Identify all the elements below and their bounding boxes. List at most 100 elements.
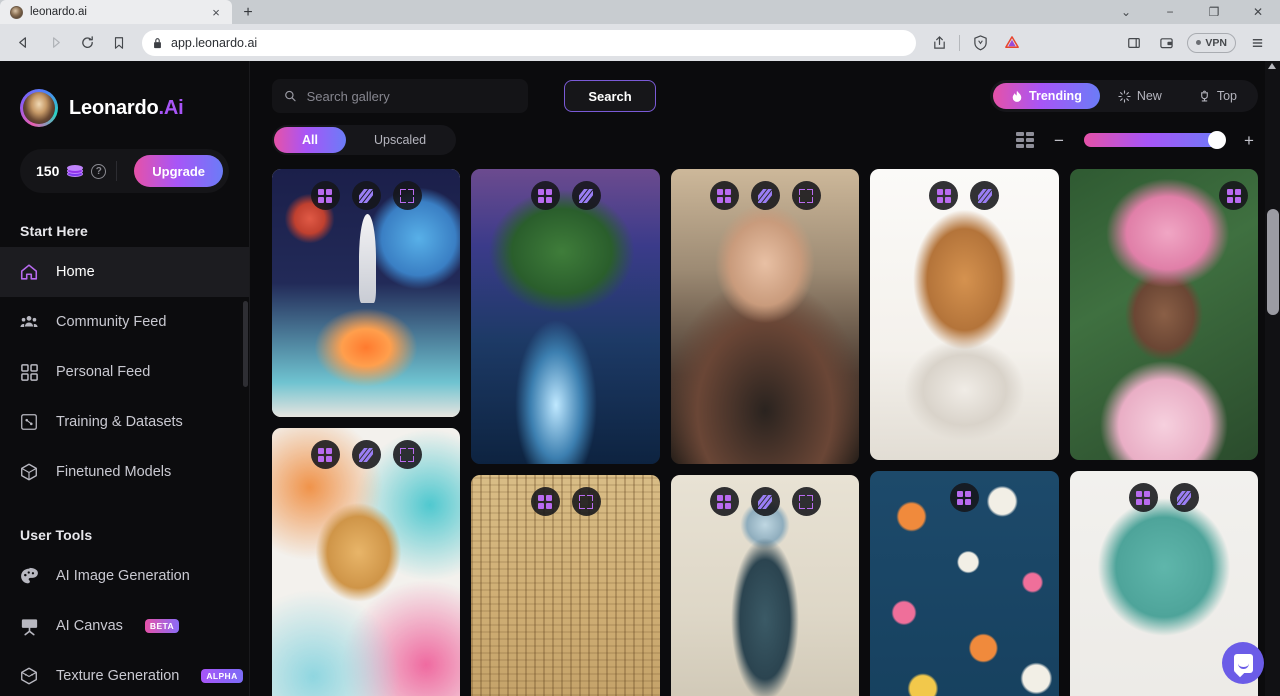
vpn-button[interactable]: VPN — [1187, 32, 1236, 53]
tab-label: Trending — [1029, 89, 1082, 103]
expand-icon[interactable] — [392, 440, 422, 469]
variation-icon[interactable] — [1169, 483, 1199, 512]
sidebar-item-finetuned-models[interactable]: Finetuned Models — [0, 447, 249, 497]
sidebar-item-community-feed[interactable]: Community Feed — [0, 297, 249, 347]
upscale-icon[interactable] — [709, 181, 739, 210]
card-artwork — [670, 169, 860, 464]
expand-icon[interactable] — [791, 487, 821, 516]
variation-icon[interactable] — [750, 487, 780, 516]
grid-layout-icon[interactable] — [1016, 132, 1034, 148]
tab-top[interactable]: Top — [1180, 83, 1255, 109]
wallet-icon[interactable] — [1151, 29, 1181, 57]
sidebar-scrollbar[interactable] — [243, 301, 248, 387]
training-icon — [18, 411, 40, 433]
address-bar[interactable]: app.leonardo.ai — [142, 29, 917, 56]
sidebar-item-personal-feed[interactable]: Personal Feed — [0, 347, 249, 397]
search-input[interactable] — [306, 88, 516, 104]
credits-panel: 150 ? Upgrade — [20, 149, 229, 193]
gallery-card-chihuahua-watercolor[interactable] — [870, 169, 1059, 460]
maximize-button[interactable]: ❐ — [1192, 0, 1236, 24]
close-window-button[interactable]: ✕ — [1236, 0, 1280, 24]
gallery-card-colorful-lion-sunglasses[interactable] — [272, 428, 461, 696]
help-circle-icon[interactable]: ? — [91, 163, 107, 179]
brand-title: Leonardo.Ai — [69, 96, 184, 120]
sidebar-item-texture-generation[interactable]: Texture Generation ALPHA — [0, 651, 249, 696]
upscale-icon[interactable] — [530, 487, 560, 516]
variation-icon[interactable] — [571, 181, 601, 210]
brand-name: Leonardo — [69, 96, 159, 119]
variation-icon[interactable] — [750, 181, 780, 210]
reload-button[interactable] — [72, 29, 102, 57]
page-scrollbar[interactable] — [1265, 61, 1280, 696]
sidebar-item-training-datasets[interactable]: Training & Datasets — [0, 397, 249, 447]
zoom-slider[interactable] — [1084, 131, 1226, 149]
variation-icon[interactable] — [351, 440, 381, 469]
lock-icon — [154, 37, 161, 48]
search-field-wrapper[interactable] — [272, 79, 528, 113]
browser-menu-button[interactable] — [1242, 29, 1272, 57]
expand-icon[interactable] — [791, 181, 821, 210]
tab-trending[interactable]: Trending — [993, 83, 1100, 109]
upgrade-button[interactable]: Upgrade — [134, 155, 223, 187]
zoom-out-button[interactable]: − — [1050, 131, 1068, 149]
scroll-up-arrow-icon[interactable] — [1268, 63, 1276, 69]
tab-new[interactable]: New — [1100, 83, 1180, 109]
gallery-card-egyptian-papyrus-hieroglyphs[interactable] — [471, 475, 660, 696]
upscale-icon[interactable] — [709, 487, 739, 516]
upscale-icon[interactable] — [310, 181, 340, 210]
sidebar-item-label: Personal Feed — [56, 364, 151, 380]
brave-leo-icon[interactable] — [997, 29, 1027, 57]
sidebar-icon[interactable] — [1119, 29, 1149, 57]
zoom-slider-thumb[interactable] — [1208, 131, 1226, 149]
upscale-icon[interactable] — [1128, 483, 1158, 512]
gallery-column — [670, 169, 860, 696]
browser-tab[interactable]: leonardo.ai × — [0, 0, 232, 24]
sparkle-icon — [1118, 89, 1131, 103]
upscale-icon[interactable] — [310, 440, 340, 469]
upscale-icon[interactable] — [949, 483, 979, 512]
card-actions — [272, 181, 460, 210]
card-actions — [671, 181, 859, 210]
brand-logo-area[interactable]: Leonardo.Ai — [0, 61, 249, 127]
easel-icon — [18, 615, 40, 637]
gallery-card-floral-pattern[interactable] — [870, 471, 1059, 696]
gallery-column — [471, 169, 660, 696]
scrollbar-thumb[interactable] — [1267, 209, 1279, 315]
expand-icon[interactable] — [571, 487, 601, 516]
back-button[interactable] — [8, 29, 38, 57]
upscale-icon[interactable] — [530, 181, 560, 210]
tab-upscaled[interactable]: Upscaled — [346, 127, 454, 153]
gallery-card-portrait-woman-necklace[interactable] — [670, 169, 860, 464]
brave-shield-icon[interactable] — [965, 29, 995, 57]
gallery-card-blue-haired-warrior[interactable] — [670, 475, 860, 696]
bookmark-icon[interactable] — [104, 29, 134, 57]
gallery-card-pink-hair-fairy-portrait[interactable] — [1069, 169, 1259, 460]
home-icon — [18, 261, 40, 283]
card-actions — [1070, 483, 1258, 512]
zoom-in-button[interactable]: + — [1240, 131, 1258, 149]
share-icon[interactable] — [924, 29, 954, 57]
tab-search-chevron-icon[interactable]: ⌄ — [1104, 0, 1148, 24]
tab-all[interactable]: All — [274, 127, 346, 153]
upscale-icon[interactable] — [1219, 181, 1249, 210]
sidebar-item-label: Training & Datasets — [56, 414, 183, 430]
gallery-card-space-shuttle-launch[interactable] — [272, 169, 461, 417]
forward-button[interactable] — [40, 29, 70, 57]
sidebar-nav-start-here: Home Community Feed Personal Feed Traini… — [0, 247, 249, 497]
upscale-icon[interactable] — [929, 181, 959, 210]
sidebar-item-ai-image-generation[interactable]: AI Image Generation — [0, 551, 249, 601]
new-tab-button[interactable]: + — [234, 2, 262, 24]
sidebar-item-ai-canvas[interactable]: AI Canvas BETA — [0, 601, 249, 651]
sidebar-item-home[interactable]: Home — [0, 247, 249, 297]
gallery-card-cosmic-tree-waterfall[interactable] — [471, 169, 660, 464]
tab-label: Top — [1216, 89, 1237, 103]
variation-icon[interactable] — [970, 181, 1000, 210]
variation-icon[interactable] — [351, 181, 381, 210]
search-button[interactable]: Search — [564, 80, 656, 112]
minimize-button[interactable]: − — [1148, 0, 1192, 24]
people-icon — [18, 311, 40, 333]
tab-close-icon[interactable]: × — [208, 4, 224, 20]
expand-icon[interactable] — [392, 181, 422, 210]
leonardo-favicon — [10, 5, 23, 19]
intercom-chat-button[interactable] — [1222, 642, 1264, 684]
